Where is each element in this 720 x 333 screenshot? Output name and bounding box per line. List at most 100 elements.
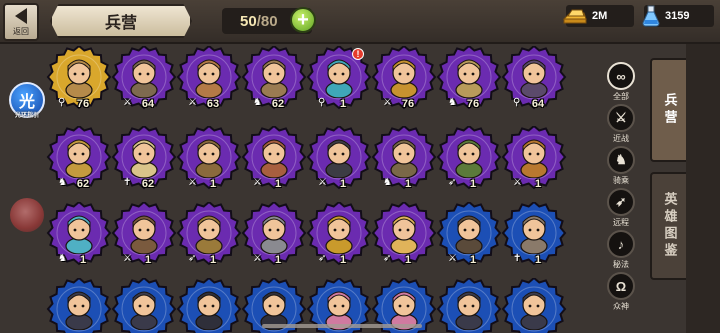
unit-portrait [65,215,93,254]
back-button[interactable]: 返回 [3,3,39,41]
unit-portrait [325,139,353,178]
unit-level: 62 [76,178,90,190]
unit-card[interactable]: ⚔ 1 [241,202,307,268]
unit-alert-badge: ! [352,48,364,60]
unit-level: 1 [469,178,477,190]
unit-card[interactable]: ⚔ 1 [436,202,502,268]
filter-icon: ∞ [607,62,635,90]
unit-portrait [195,215,223,254]
unit-portrait [195,139,223,178]
tab-barracks[interactable]: 兵营 [650,58,686,162]
unit-card[interactable]: ⚲ 64 [501,46,567,112]
unit-card[interactable]: ✝ 1 [501,202,567,268]
unit-portrait [390,59,418,98]
back-arrow-icon [15,7,27,24]
filter-gods[interactable]: Ω 众神 [604,272,638,312]
right-edge-panel [686,44,720,333]
unit-portrait [260,215,288,254]
filter-ranged[interactable]: ➶ 远程 [604,188,638,228]
unit-level: 1 [469,254,477,266]
unit-card[interactable]: ♞ 62 [46,126,112,192]
add-capacity-button[interactable]: + [290,7,316,33]
unit-card[interactable]: ♞ 1 [371,126,437,192]
unit-card[interactable] [436,278,502,333]
unit-level: 76 [466,98,480,110]
unit-level: 76 [76,98,90,110]
capacity-current: 50 [240,12,257,30]
unit-card[interactable]: ⚔ 1 [306,126,372,192]
unit-card[interactable]: ➶ 1 [436,126,502,192]
unit-level: 64 [531,98,545,110]
unit-portrait [65,139,93,178]
filter-icon: ⚔ [607,104,635,132]
unit-level: 1 [274,254,282,266]
unit-portrait [455,215,483,254]
scrollbar[interactable] [262,324,422,328]
unit-portrait [195,291,223,330]
unit-level: 76 [401,98,415,110]
category-filters: ∞ 全部 ⚔ 近战 ♞ 骑乘 ➶ 远程 ♪ 秘法 Ω 众神 [600,58,642,333]
notification-orb-icon[interactable] [10,198,44,232]
unit-card[interactable]: ➶ 1 [371,202,437,268]
filter-all[interactable]: ∞ 全部 [604,62,638,102]
unit-portrait [325,215,353,254]
unit-card[interactable] [111,278,177,333]
filter-mounted[interactable]: ♞ 骑乘 [604,146,638,186]
filter-label: 近战 [613,134,629,143]
back-label: 返回 [13,26,29,36]
unit-level: 1 [534,178,542,190]
unit-card[interactable]: ✝ 62 [111,126,177,192]
unit-card[interactable] [176,278,242,333]
unit-card[interactable]: ➶ 1 [176,202,242,268]
unit-level: 1 [144,254,152,266]
filter-arcane[interactable]: ♪ 秘法 [604,230,638,270]
unit-card[interactable]: ♞ 62 [241,46,307,112]
filter-label: 秘法 [613,260,629,269]
unit-card[interactable]: ⚔ 76 [371,46,437,112]
unit-card[interactable]: ⚔ 63 [176,46,242,112]
unit-portrait [325,59,353,98]
unit-level: 1 [404,254,412,266]
filter-icon: ♞ [607,146,635,174]
elixir-counter[interactable]: 3159 [642,5,714,27]
unit-portrait [195,59,223,98]
unit-card[interactable]: ⚔ 1 [501,126,567,192]
unit-card[interactable]: ⚔ 1 [111,202,177,268]
unit-level: 1 [274,178,282,190]
unit-grid: ⚲ 76 ⚔ 64 ⚔ 63 ♞ 62 ⚲ 1! ⚔ 76 ♞ 76 ⚲ 64 ♞ 62 ✝ 62 ⚔ 1 ⚔ 1 ⚔ 1 ♞ 1 ➶ 1… [46,44,567,333]
filter-melee[interactable]: ⚔ 近战 [604,104,638,144]
unit-portrait [390,215,418,254]
unit-portrait [390,139,418,178]
filter-label: 全部 [613,92,629,101]
unit-card[interactable]: ⚔ 1 [176,126,242,192]
gold-counter[interactable]: 2M [562,5,634,27]
unit-card[interactable] [46,278,112,333]
tab-hero-codex-label: 英雄图鉴 [661,192,677,260]
filter-label: 远程 [613,218,629,227]
unit-card[interactable]: ⚔ 1 [241,126,307,192]
unit-card[interactable]: ♞ 1 [46,202,112,268]
halo-guide-button[interactable]: 光 光环指引 [9,82,45,119]
unit-card[interactable]: ➶ 1 [306,202,372,268]
unit-card[interactable]: ♞ 76 [436,46,502,112]
filter-icon: ➶ [607,188,635,216]
unit-portrait [455,139,483,178]
unit-level: 1 [209,254,217,266]
unit-portrait [520,215,548,254]
unit-level: 63 [206,98,220,110]
unit-level: 1 [339,178,347,190]
unit-portrait [520,291,548,330]
unit-level: 1 [339,98,347,110]
unit-portrait [130,215,158,254]
unit-level: 62 [141,178,155,190]
halo-guide-caption: 光环指引 [14,112,39,119]
unit-card[interactable] [501,278,567,333]
unit-level: 1 [534,254,542,266]
unit-portrait [455,291,483,330]
unit-portrait [260,139,288,178]
tab-hero-codex[interactable]: 英雄图鉴 [650,172,686,280]
unit-card[interactable]: ⚲ 76 [46,46,112,112]
filter-icon: ♪ [607,230,635,258]
unit-card[interactable]: ⚲ 1! [306,46,372,112]
unit-card[interactable]: ⚔ 64 [111,46,177,112]
